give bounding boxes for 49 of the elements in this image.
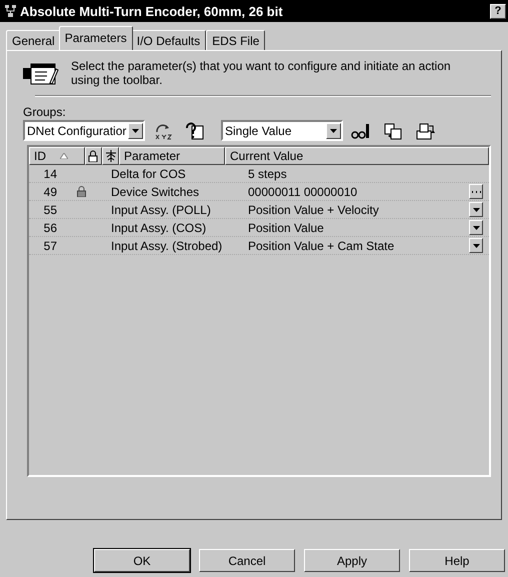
table-cell-text: Input Assy. (COS) — [111, 220, 208, 234]
copy-icon[interactable] — [383, 122, 403, 140]
table-cell-text: 5 steps — [248, 166, 288, 180]
rename-icon[interactable] — [153, 122, 173, 140]
groups-dropdown[interactable]: DNet Configuratior — [23, 120, 145, 141]
column-header[interactable]: Parameter — [119, 147, 225, 165]
help-document-icon[interactable] — [185, 122, 205, 140]
caret-icon — [472, 244, 480, 248]
dialog-button[interactable]: OK — [94, 549, 190, 572]
dialog-button[interactable]: Help — [409, 549, 505, 572]
column-header[interactable]: ID — [29, 147, 85, 165]
table-cell-text: Position Value + Cam State — [248, 238, 396, 252]
table-cell-text: 49 — [42, 184, 58, 198]
table-cell-text: 55 — [42, 202, 58, 216]
table-cell-text: 14 — [42, 166, 58, 180]
dialog-button[interactable]: Apply — [304, 549, 400, 572]
help-button[interactable]: ? — [490, 4, 506, 18]
network-icon — [4, 4, 18, 18]
table-cell-text: Delta for COS — [111, 166, 187, 180]
groups-label: Groups: — [23, 105, 67, 119]
tab[interactable]: Parameters — [58, 26, 133, 50]
instruction-text: Select the parameter(s) that you want to configure and initiate an action using the toolbar. — [71, 59, 451, 87]
dropdown-button[interactable] — [469, 202, 483, 217]
caret-icon — [472, 226, 480, 230]
browse-button[interactable] — [469, 184, 483, 199]
table-cell-text: Position Value + Velocity — [248, 202, 380, 216]
upload-icon[interactable] — [415, 122, 435, 140]
table-cell-text: Input Assy. (POLL) — [111, 202, 212, 216]
sort-arrow-icon — [60, 153, 68, 159]
tab[interactable]: EDS File — [206, 30, 266, 50]
caret-icon — [330, 128, 337, 132]
view-mode-dropdown[interactable]: Single Value — [221, 120, 343, 141]
table-cell-text: Position Value — [248, 220, 325, 234]
table-cell-text: Input Assy. (Strobed) — [111, 238, 224, 252]
tab[interactable]: I/O Defaults — [130, 30, 206, 50]
table-cell-text: 00000011 00000010 — [248, 184, 358, 198]
lock-icon — [77, 186, 86, 197]
caret-icon — [132, 128, 139, 132]
dropdown-button[interactable] — [469, 238, 483, 253]
column-header[interactable]: Current Value — [225, 147, 489, 165]
window-title: Absolute Multi-Turn Encoder, 60mm, 26 bit — [20, 4, 284, 18]
tab[interactable]: General — [6, 30, 61, 50]
dialog-button[interactable]: Cancel — [199, 549, 295, 572]
table-cell-text: 56 — [42, 220, 58, 234]
lock-icon[interactable] — [88, 150, 98, 162]
table-cell-text: 57 — [42, 238, 58, 252]
caret-icon — [472, 208, 480, 212]
dropdown-button[interactable] — [469, 220, 483, 235]
table-cell-text: Device Switches — [111, 184, 200, 198]
